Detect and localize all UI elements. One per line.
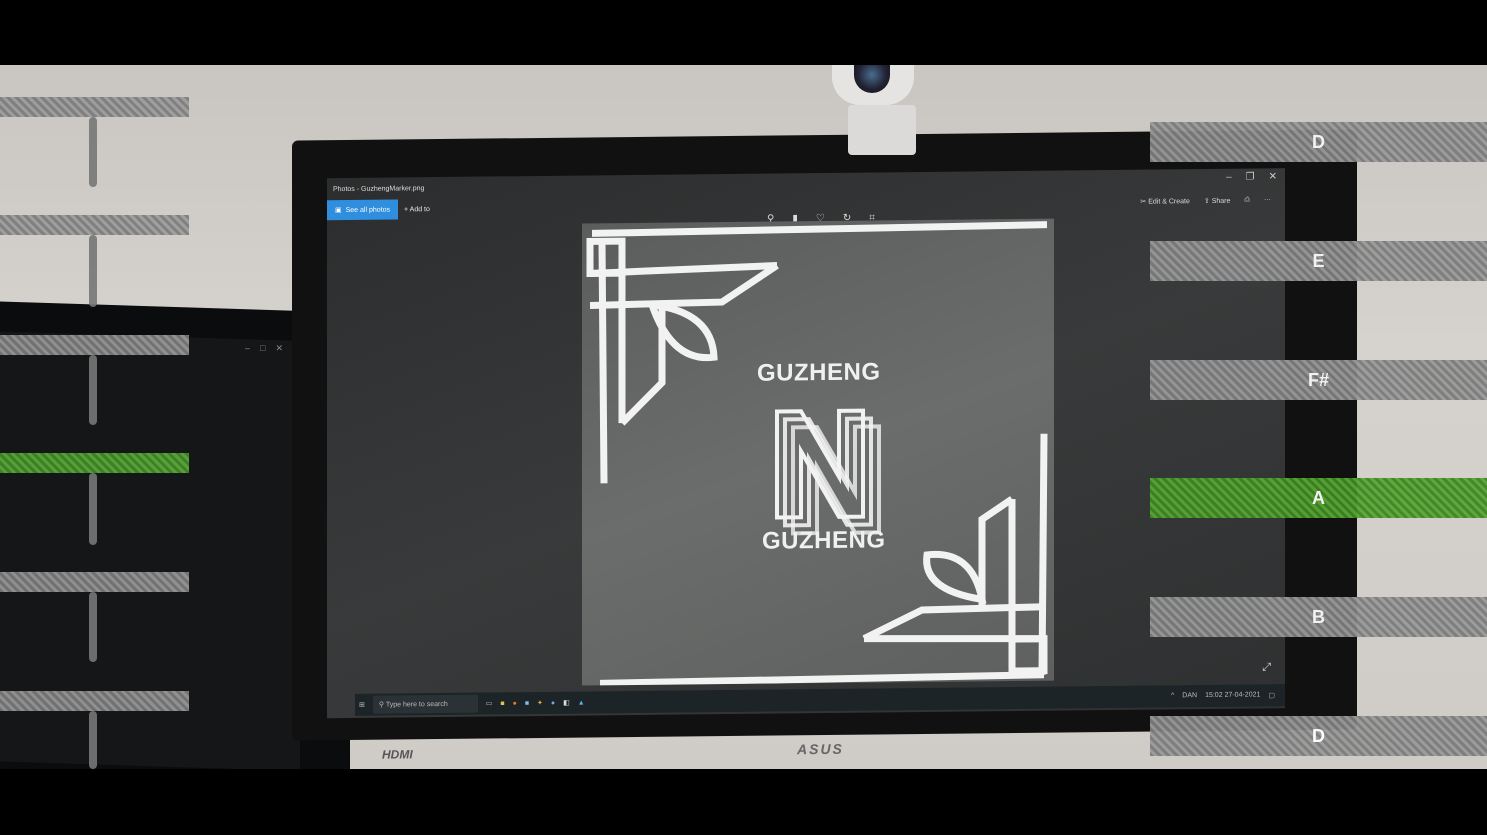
string-bar-2[interactable] bbox=[0, 215, 189, 235]
share-label: Share bbox=[1211, 197, 1231, 205]
left-window-controls: – □ ✕ bbox=[245, 343, 283, 354]
app-icon[interactable]: ■ bbox=[525, 700, 529, 707]
close-icon[interactable]: ✕ bbox=[1269, 171, 1277, 182]
note-label: D bbox=[1312, 131, 1325, 152]
string-stem-2 bbox=[89, 235, 97, 307]
system-tray: ^ DAN 15:02 27-04-2021 ▢ bbox=[1171, 691, 1285, 700]
clock-time: 15:02 bbox=[1205, 691, 1223, 700]
ornament-frame bbox=[586, 221, 1048, 686]
hdmi-label: HDMI bbox=[382, 747, 413, 762]
add-to-label: Add to bbox=[409, 205, 430, 213]
webcam-mount bbox=[848, 105, 916, 155]
logo-title-bottom: GUZHENG bbox=[762, 526, 886, 555]
note-bar-a[interactable]: A bbox=[1150, 478, 1487, 518]
string-stem-5 bbox=[89, 592, 97, 662]
language-indicator[interactable]: DAN bbox=[1182, 692, 1197, 700]
print-icon[interactable]: ⎙ bbox=[1244, 197, 1250, 205]
notification-icon[interactable]: ▢ bbox=[1268, 691, 1275, 699]
windows-taskbar: ⊞ ⚲ Type here to search ▭ ■ ● ■ ✦ ● ◧ ▲ … bbox=[355, 684, 1285, 716]
monitor-screen: Photos - GuzhengMarker.png – ❐ ✕ ▣ See a… bbox=[327, 168, 1285, 719]
note-bar-f-sharp[interactable]: F# bbox=[1150, 360, 1487, 400]
search-icon: ⚲ bbox=[378, 701, 385, 709]
see-all-photos-button[interactable]: ▣ See all photos bbox=[327, 199, 398, 221]
photos-titlebar: Photos - GuzhengMarker.png bbox=[327, 168, 1285, 200]
edit-create-icon: ✂ bbox=[1140, 198, 1147, 206]
logo-title-top: GUZHENG bbox=[757, 358, 881, 387]
note-label: F# bbox=[1307, 369, 1329, 390]
plus-icon: + bbox=[404, 205, 409, 213]
app-icon[interactable]: ✦ bbox=[537, 699, 543, 707]
firefox-icon[interactable]: ● bbox=[513, 700, 517, 707]
close-icon[interactable]: ✕ bbox=[275, 343, 283, 354]
webcam bbox=[832, 65, 914, 105]
photos-toolbar: ▣ See all photos + Add to bbox=[327, 199, 430, 221]
photos-icon: ▣ bbox=[335, 207, 342, 215]
note-bar-e[interactable]: E bbox=[1150, 241, 1487, 281]
string-bar-5[interactable] bbox=[0, 572, 189, 592]
taskbar-search[interactable]: ⚲ Type here to search bbox=[372, 694, 478, 714]
maximize-icon[interactable]: □ bbox=[260, 343, 265, 354]
expand-icon[interactable]: ⤢ bbox=[1262, 661, 1271, 674]
string-bar-4[interactable] bbox=[0, 453, 189, 473]
right-tools: ✂ Edit & Create ⇪ Share ⎙ ··· bbox=[1140, 196, 1271, 205]
string-bar-3[interactable] bbox=[0, 335, 189, 355]
window-controls: – ❐ ✕ bbox=[1226, 171, 1277, 183]
note-label: D bbox=[1312, 725, 1325, 746]
app-icon[interactable]: ◧ bbox=[563, 699, 570, 707]
more-button[interactable]: ··· bbox=[1264, 196, 1271, 204]
windows-start-icon[interactable]: ⊞ bbox=[359, 701, 365, 709]
string-stem-4 bbox=[89, 473, 97, 545]
clock-date: 27-04-2021 bbox=[1224, 691, 1261, 699]
photos-taskbar-icon[interactable]: ▲ bbox=[578, 699, 585, 706]
clock[interactable]: 15:02 27-04-2021 bbox=[1205, 691, 1260, 700]
edit-create-button[interactable]: ✂ Edit & Create bbox=[1140, 197, 1189, 206]
note-bar-d[interactable]: D bbox=[1150, 122, 1487, 162]
note-bar-b[interactable]: B bbox=[1150, 597, 1487, 637]
file-explorer-icon[interactable]: ■ bbox=[500, 700, 504, 707]
minimize-icon[interactable]: – bbox=[1226, 172, 1232, 183]
task-view-icon[interactable]: ▭ bbox=[486, 699, 493, 707]
main-monitor: Photos - GuzhengMarker.png – ❐ ✕ ▣ See a… bbox=[292, 129, 1357, 762]
webcam-lens bbox=[854, 65, 890, 93]
minimize-icon[interactable]: – bbox=[245, 343, 250, 354]
share-button[interactable]: ⇪ Share bbox=[1204, 197, 1231, 205]
chevron-up-icon[interactable]: ^ bbox=[1171, 692, 1174, 700]
note-label: A bbox=[1312, 487, 1325, 508]
string-stem-6 bbox=[89, 711, 97, 769]
window-title: Photos - GuzhengMarker.png bbox=[333, 184, 425, 193]
edit-create-label: Edit & Create bbox=[1148, 198, 1190, 206]
add-to-button[interactable]: + Add to bbox=[404, 206, 430, 213]
string-bar-6[interactable] bbox=[0, 691, 189, 711]
note-bar-d-high[interactable]: D bbox=[1150, 716, 1487, 756]
string-bar-1[interactable] bbox=[0, 97, 189, 117]
note-label: E bbox=[1312, 250, 1325, 271]
camera-scene: – □ ✕ Photos - GuzhengMarker.png – ❐ ✕ ▣… bbox=[0, 65, 1487, 769]
share-icon: ⇪ bbox=[1203, 197, 1210, 206]
guzheng-marker-image: GUZHENG N GUZHENG bbox=[582, 218, 1054, 686]
maximize-icon[interactable]: ❐ bbox=[1246, 171, 1255, 182]
see-all-photos-label: See all photos bbox=[345, 206, 390, 214]
monitor-brand: ASUS bbox=[797, 740, 844, 758]
string-stem-3 bbox=[89, 355, 97, 425]
string-stem-1 bbox=[89, 117, 97, 187]
note-label: B bbox=[1312, 606, 1325, 627]
app-icon[interactable]: ● bbox=[551, 699, 555, 706]
search-placeholder: Type here to search bbox=[385, 700, 448, 709]
